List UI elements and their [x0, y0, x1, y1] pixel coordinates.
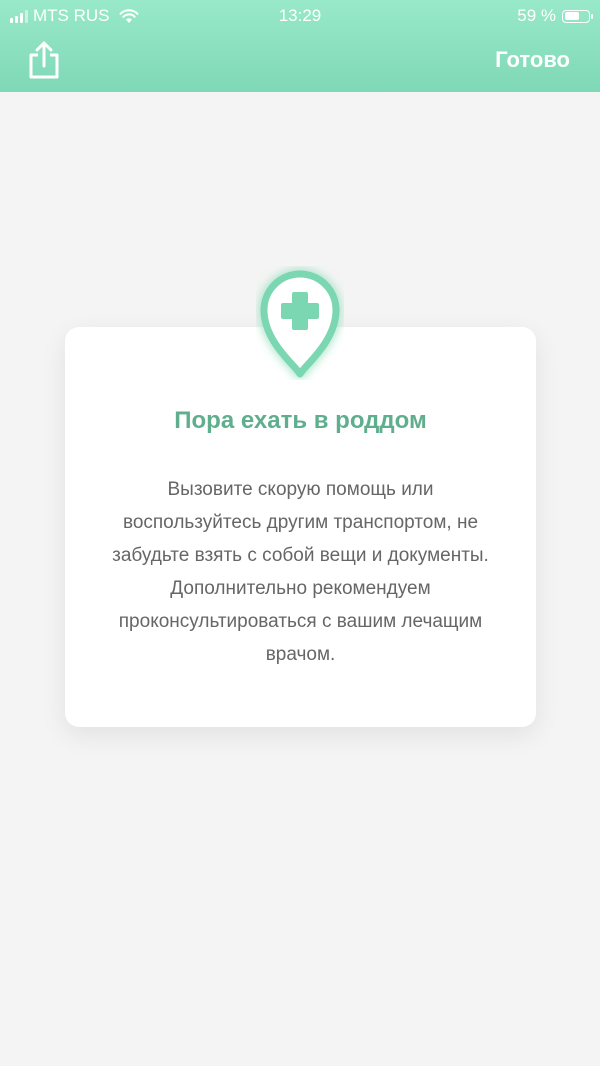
- done-button[interactable]: Готово: [495, 47, 570, 73]
- info-card: Пора ехать в роддом Вызовите скорую помо…: [65, 327, 536, 727]
- top-bar: MTS RUS 13:29 59 % Готово: [0, 0, 600, 92]
- battery-icon: [562, 9, 593, 23]
- share-icon[interactable]: [26, 40, 62, 80]
- battery-percent: 59 %: [517, 6, 556, 25]
- status-bar: MTS RUS 13:29 59 %: [0, 0, 600, 32]
- medical-pin-icon: [260, 270, 340, 378]
- card-body: Вызовите скорую помощь или воспользуйтес…: [112, 479, 489, 665]
- status-right: 59 %: [517, 6, 593, 26]
- card-title: Пора ехать в роддом: [174, 407, 427, 434]
- clock: 13:29: [278, 6, 322, 25]
